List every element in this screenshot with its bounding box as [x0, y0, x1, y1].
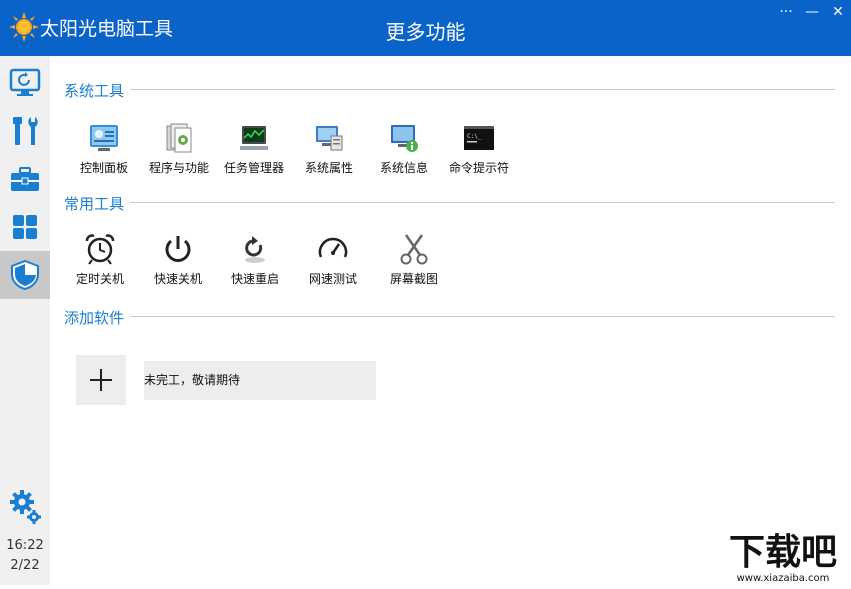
tool-label: 程序与功能	[148, 161, 209, 175]
sidebar-item-toolbox[interactable]	[0, 155, 50, 203]
sidebar-item-security[interactable]	[0, 251, 50, 299]
shield-icon	[11, 259, 39, 291]
tool-quick-shutdown[interactable]: 快速关机	[140, 233, 216, 293]
section-title-add-software: 添加软件	[64, 307, 129, 328]
section-divider	[130, 316, 835, 317]
clock-time: 16:22	[6, 538, 44, 553]
minimize-button[interactable]: —	[800, 2, 824, 22]
task-manager-icon	[240, 126, 268, 150]
speedometer-icon	[318, 237, 348, 258]
add-software-placeholder: 未完工，敬请期待	[144, 361, 376, 400]
tools-icon	[13, 117, 38, 145]
tool-control-panel[interactable]: 控制面板	[66, 122, 142, 182]
watermark-logo: 下载吧 www.xiazaiba.com	[716, 528, 851, 585]
watermark-logo-text: 下载吧	[729, 532, 837, 573]
tool-label: 系统信息	[379, 161, 428, 175]
clock-date: 2/22	[10, 558, 40, 573]
tool-quick-restart[interactable]: 快速重启	[217, 233, 293, 293]
sidebar: 16:22 2/22	[0, 56, 50, 585]
tool-label: 任务管理器	[223, 161, 284, 175]
scissors-icon	[400, 234, 428, 265]
tool-label: 网速测试	[308, 272, 357, 286]
tool-label: 定时关机	[75, 272, 124, 286]
menu-button[interactable]: ···	[774, 2, 798, 22]
section-divider	[130, 89, 835, 90]
placeholder-text: 未完工，敬请期待	[144, 373, 241, 387]
sidebar-item-tools[interactable]	[0, 107, 50, 155]
tool-scheduled-shutdown[interactable]: 定时关机	[62, 233, 138, 293]
system-properties-icon	[316, 126, 343, 151]
tool-system-info[interactable]: 系统信息	[366, 122, 442, 182]
gears-icon[interactable]	[10, 490, 42, 524]
restart-icon	[245, 236, 265, 263]
tool-label: 快速关机	[153, 272, 202, 286]
tool-label: 屏幕截图	[389, 272, 438, 286]
page-title: 更多功能	[385, 20, 466, 44]
close-button[interactable]: ✕	[826, 2, 850, 22]
programs-icon	[166, 123, 192, 153]
tool-label: 命令提示符	[448, 161, 509, 175]
control-panel-icon	[90, 125, 118, 151]
toolbox-icon	[11, 167, 39, 191]
tool-label: 控制面板	[79, 161, 128, 175]
section-divider	[130, 202, 835, 203]
plus-icon	[90, 369, 112, 391]
tool-command-prompt[interactable]: C:\_ 命令提示符	[441, 122, 517, 182]
watermark: 下载吧 www.xiazaiba.com	[716, 528, 851, 585]
tool-speed-test[interactable]: 网速测试	[295, 233, 371, 293]
tool-label: 快速重启	[230, 272, 279, 286]
svg-text:C:\_: C:\_	[467, 133, 482, 140]
tool-programs-features[interactable]: 程序与功能	[141, 122, 217, 182]
tool-label: 系统属性	[304, 161, 353, 175]
alarm-clock-icon	[85, 234, 115, 265]
section-title-common-tools: 常用工具	[64, 193, 129, 214]
sidebar-item-apps[interactable]	[0, 203, 50, 251]
command-prompt-icon: C:\_	[464, 126, 494, 150]
power-icon	[165, 236, 191, 262]
add-software-button[interactable]	[76, 355, 126, 405]
tool-screenshot[interactable]: 屏幕截图	[376, 233, 452, 293]
title-bar: 太阳光电脑工具 更多功能 ··· — ✕	[0, 0, 851, 56]
tool-system-properties[interactable]: 系统属性	[291, 122, 367, 182]
system-info-icon	[391, 125, 418, 152]
tool-task-manager[interactable]: 任务管理器	[216, 122, 292, 182]
apps-grid-icon	[13, 215, 37, 239]
monitor-refresh-icon	[9, 68, 41, 96]
section-title-system-tools: 系统工具	[64, 80, 129, 101]
watermark-url: www.xiazaiba.com	[737, 573, 830, 584]
sidebar-item-monitor[interactable]	[0, 59, 50, 107]
